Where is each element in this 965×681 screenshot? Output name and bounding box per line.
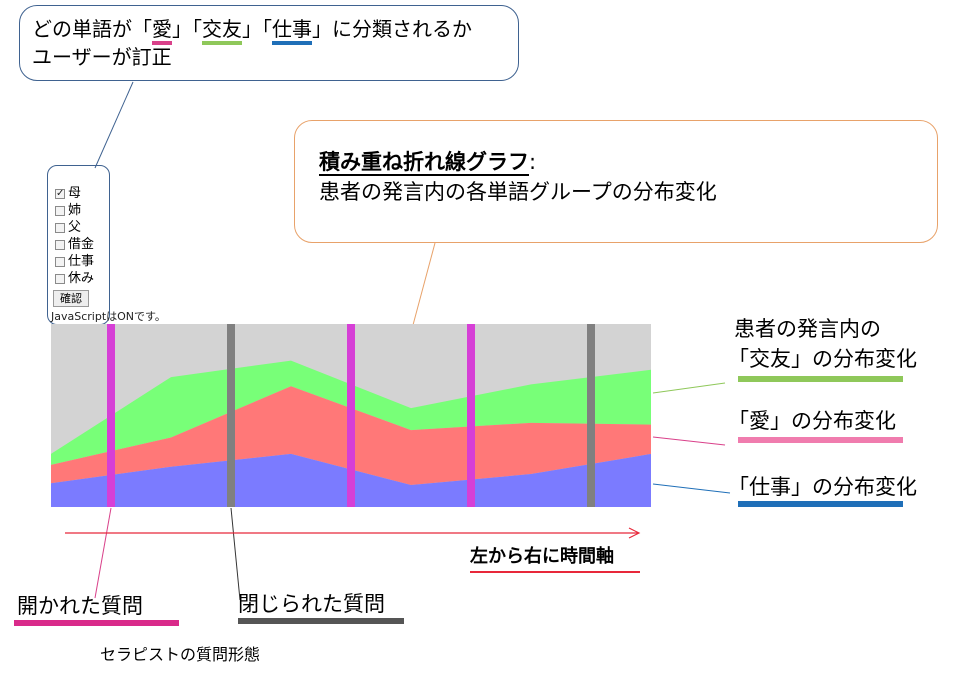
open-question-marker [347,324,355,507]
javascript-status-text: JavaScriptはONです。 [51,310,166,323]
chart-description-callout: 積み重ね折れ線グラフ: 患者の発言内の各単語グループの分布変化 [294,120,938,243]
callout-line-2: ユーザーが訂正 [32,45,172,69]
label-work: 「仕事」の分布変化 [728,475,917,499]
checkbox-row[interactable]: 姉 [55,203,81,219]
confirm-button[interactable]: 確認 [53,290,89,307]
checkbox[interactable] [55,274,65,284]
leader-love [652,436,726,446]
closed-question-marker [227,324,235,507]
question-form-caption: セラピストの質問形態 [100,645,261,664]
checkbox-row[interactable]: 仕事 [55,254,94,270]
checkbox-label: 姉 [68,203,82,218]
closed-question-underline [238,618,404,624]
checkbox-row[interactable]: 借金 [55,237,94,253]
time-axis-label: 左から右に時間軸 [470,546,614,567]
callout-text: 」「 [242,17,272,41]
leader-user-callout [94,81,134,169]
chart-callout-title-line: 積み重ね折れ線グラフ: [319,147,913,177]
checkbox-row[interactable]: 父 [55,220,81,236]
open-question-marker [107,324,115,507]
leader-closed-question [230,507,241,601]
checkbox[interactable] [55,223,65,233]
leader-open-question [94,507,112,599]
checkbox-row[interactable]: 母 [55,186,81,202]
callout-text: 」「 [172,17,202,41]
checkbox-label: 借金 [68,237,95,252]
word-work: 仕事 [272,17,312,45]
word-social: 交友 [202,17,242,45]
open-question-label: 開かれた質問 [17,594,143,618]
checkbox[interactable] [55,186,65,202]
leader-chart-callout [412,242,436,326]
user-correction-callout: どの単語が「愛」「交友」「仕事」に分類されるか ユーザーが訂正 [19,5,519,81]
word-love: 愛 [152,17,172,45]
checkbox-label: 母 [68,186,82,201]
open-question-underline [14,620,179,626]
work-underline [738,501,903,507]
closed-question-marker [587,324,595,507]
checkbox-row[interactable]: 休み [55,271,94,287]
chart-callout-title: 積み重ね折れ線グラフ [319,150,529,176]
checkbox[interactable] [55,257,65,267]
label-social-line1: 患者の発言内の [734,317,881,341]
open-question-marker [467,324,475,507]
love-underline [738,437,903,443]
callout-text: 」に分類されるか [312,17,472,41]
chart-callout-colon: : [529,150,537,174]
chart-callout-subtitle: 患者の発言内の各単語グループの分布変化 [319,180,717,204]
leader-work [652,483,731,494]
checkbox-label: 仕事 [68,254,95,269]
stacked-area-chart [51,324,651,507]
checkbox[interactable] [55,206,65,216]
label-social-line2: 「交友」の分布変化 [728,347,917,371]
callout-line-1: どの単語が「愛」「交友」「仕事」に分類されるか [32,15,506,45]
checkbox-label: 休み [68,271,95,286]
time-axis-underline [470,571,640,573]
label-love: 「愛」の分布変化 [728,409,896,433]
social-underline [738,376,903,382]
closed-question-label: 閉じられた質問 [238,592,385,616]
checkbox[interactable] [55,240,65,250]
leader-social [652,382,726,394]
callout-text: どの単語が「 [32,17,152,41]
checkbox-label: 父 [68,220,82,235]
